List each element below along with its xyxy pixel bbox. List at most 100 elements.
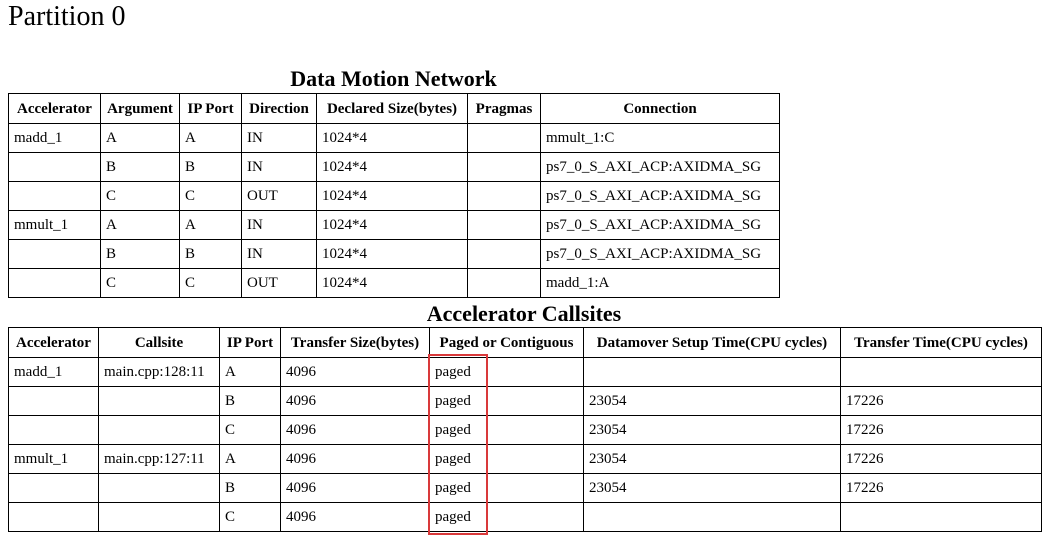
column-header-declared-size: Declared Size(bytes): [317, 94, 468, 124]
column-header-direction: Direction: [242, 94, 317, 124]
table-row: mmult_1 A A IN 1024*4 ps7_0_S_AXI_ACP:AX…: [9, 211, 780, 240]
cell-direction: IN: [242, 124, 317, 153]
table-row: B B IN 1024*4 ps7_0_S_AXI_ACP:AXIDMA_SG: [9, 240, 780, 269]
cell-declared-size: 1024*4: [317, 211, 468, 240]
cell-accelerator: madd_1: [9, 124, 101, 153]
cell-setup-time: 23054: [584, 445, 841, 474]
cell-ip-port: A: [220, 445, 281, 474]
cell-declared-size: 1024*4: [317, 182, 468, 211]
cell-paged-or-contiguous: paged: [430, 358, 584, 387]
column-header-datamover-setup-time: Datamover Setup Time(CPU cycles): [584, 328, 841, 358]
cell-accelerator: [9, 240, 101, 269]
cell-ip-port: B: [220, 474, 281, 503]
cell-setup-time: 23054: [584, 387, 841, 416]
cell-transfer-size: 4096: [281, 387, 430, 416]
cell-callsite: main.cpp:128:11: [99, 358, 220, 387]
column-header-transfer-size: Transfer Size(bytes): [281, 328, 430, 358]
cell-accelerator: mmult_1: [9, 445, 99, 474]
column-header-ip-port: IP Port: [220, 328, 281, 358]
cell-argument: B: [101, 153, 180, 182]
cell-accelerator: [9, 182, 101, 211]
cell-ip-port: A: [180, 124, 242, 153]
table-row: C C OUT 1024*4 ps7_0_S_AXI_ACP:AXIDMA_SG: [9, 182, 780, 211]
cell-setup-time: [584, 503, 841, 532]
cell-declared-size: 1024*4: [317, 269, 468, 298]
table-row: C 4096 paged 23054 17226: [9, 416, 1042, 445]
cell-accelerator: [9, 503, 99, 532]
cell-direction: IN: [242, 153, 317, 182]
cell-callsite: [99, 474, 220, 503]
cell-callsite: [99, 387, 220, 416]
page-title: Partition 0: [8, 1, 126, 32]
accelerator-callsites-title: Accelerator Callsites: [426, 301, 622, 326]
cell-ip-port: B: [180, 240, 242, 269]
table-row: B 4096 paged 23054 17226: [9, 474, 1042, 503]
table-row: madd_1 main.cpp:128:11 A 4096 paged: [9, 358, 1042, 387]
cell-transfer-time: 17226: [841, 445, 1042, 474]
cell-connection: madd_1:A: [541, 269, 780, 298]
cell-callsite: main.cpp:127:11: [99, 445, 220, 474]
cell-declared-size: 1024*4: [317, 240, 468, 269]
cell-transfer-time: 17226: [841, 387, 1042, 416]
table-row: mmult_1 main.cpp:127:11 A 4096 paged 230…: [9, 445, 1042, 474]
cell-direction: IN: [242, 211, 317, 240]
table-row: madd_1 A A IN 1024*4 mmult_1:C: [9, 124, 780, 153]
cell-declared-size: 1024*4: [317, 153, 468, 182]
cell-pragmas: [468, 182, 541, 211]
cell-callsite: [99, 416, 220, 445]
cell-accelerator: [9, 387, 99, 416]
column-header-paged-or-contiguous: Paged or Contiguous: [430, 328, 584, 358]
cell-transfer-time: 17226: [841, 474, 1042, 503]
column-header-ip-port: IP Port: [180, 94, 242, 124]
cell-transfer-time: [841, 358, 1042, 387]
cell-pragmas: [468, 211, 541, 240]
cell-transfer-size: 4096: [281, 503, 430, 532]
data-motion-network-table: Accelerator Argument IP Port Direction D…: [8, 93, 780, 298]
table-header-row: Accelerator Callsite IP Port Transfer Si…: [9, 328, 1042, 358]
cell-direction: OUT: [242, 269, 317, 298]
cell-argument: C: [101, 182, 180, 211]
table-row: B 4096 paged 23054 17226: [9, 387, 1042, 416]
cell-argument: A: [101, 211, 180, 240]
cell-ip-port: A: [220, 358, 281, 387]
cell-pragmas: [468, 240, 541, 269]
cell-ip-port: C: [180, 182, 242, 211]
cell-accelerator: madd_1: [9, 358, 99, 387]
column-header-accelerator: Accelerator: [9, 328, 99, 358]
cell-paged-or-contiguous: paged: [430, 445, 584, 474]
cell-transfer-size: 4096: [281, 445, 430, 474]
cell-declared-size: 1024*4: [317, 124, 468, 153]
cell-connection: mmult_1:C: [541, 124, 780, 153]
cell-transfer-size: 4096: [281, 358, 430, 387]
cell-ip-port: C: [220, 503, 281, 532]
cell-ip-port: B: [180, 153, 242, 182]
cell-connection: ps7_0_S_AXI_ACP:AXIDMA_SG: [541, 211, 780, 240]
cell-accelerator: [9, 269, 101, 298]
cell-accelerator: [9, 474, 99, 503]
cell-transfer-size: 4096: [281, 416, 430, 445]
cell-paged-or-contiguous: paged: [430, 416, 584, 445]
cell-pragmas: [468, 124, 541, 153]
column-header-transfer-time: Transfer Time(CPU cycles): [841, 328, 1042, 358]
table-header-row: Accelerator Argument IP Port Direction D…: [9, 94, 780, 124]
table-row: B B IN 1024*4 ps7_0_S_AXI_ACP:AXIDMA_SG: [9, 153, 780, 182]
cell-argument: A: [101, 124, 180, 153]
cell-direction: IN: [242, 240, 317, 269]
cell-accelerator: [9, 153, 101, 182]
table-row: C C OUT 1024*4 madd_1:A: [9, 269, 780, 298]
data-motion-network-title: Data Motion Network: [290, 66, 497, 91]
cell-ip-port: A: [180, 211, 242, 240]
cell-accelerator: mmult_1: [9, 211, 101, 240]
cell-paged-or-contiguous: paged: [430, 503, 584, 532]
cell-setup-time: 23054: [584, 474, 841, 503]
column-header-callsite: Callsite: [99, 328, 220, 358]
cell-ip-port: C: [180, 269, 242, 298]
cell-setup-time: 23054: [584, 416, 841, 445]
cell-ip-port: B: [220, 387, 281, 416]
cell-connection: ps7_0_S_AXI_ACP:AXIDMA_SG: [541, 153, 780, 182]
cell-argument: C: [101, 269, 180, 298]
cell-pragmas: [468, 153, 541, 182]
accelerator-callsites-table: Accelerator Callsite IP Port Transfer Si…: [8, 327, 1042, 532]
cell-transfer-size: 4096: [281, 474, 430, 503]
cell-paged-or-contiguous: paged: [430, 387, 584, 416]
